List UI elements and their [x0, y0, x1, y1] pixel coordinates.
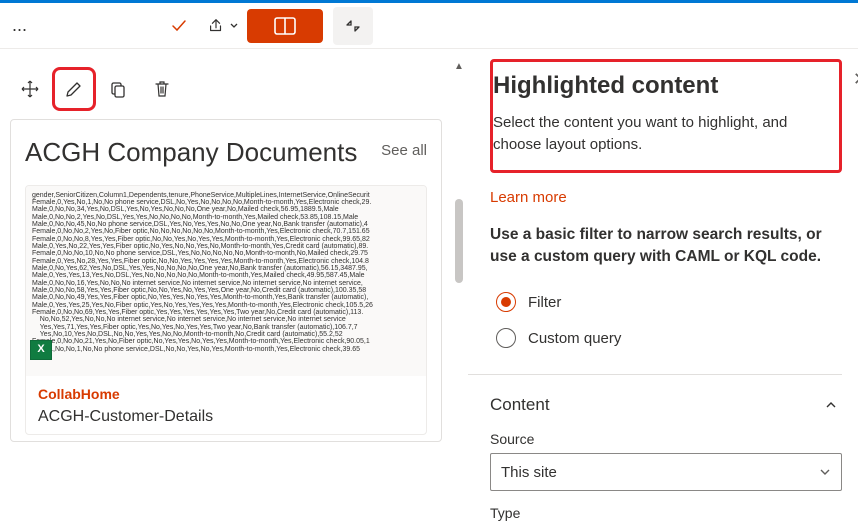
radio-icon-unselected [496, 328, 516, 348]
main-area: ACGH Company Documents See all gender,Se… [0, 49, 858, 517]
layout-columns-button[interactable] [247, 9, 323, 43]
webpart-title: ACGH Company Documents [25, 136, 357, 169]
property-panel: ✕ Highlighted content Select the content… [468, 49, 858, 517]
divider [468, 374, 842, 375]
top-toolbar: ... [0, 3, 858, 49]
check-icon [169, 16, 189, 36]
edit-button[interactable] [54, 69, 94, 109]
scroll-up-icon[interactable]: ▲ [454, 61, 464, 72]
pencil-icon [64, 79, 84, 99]
document-card[interactable]: gender,SeniorCitizen,Column1,Dependents,… [25, 185, 427, 435]
share-icon [207, 17, 225, 35]
move-icon [20, 79, 40, 99]
scroll-thumb[interactable] [455, 199, 463, 283]
document-meta: CollabHome ACGH-Customer-Details [26, 376, 426, 434]
document-name: ACGH-Customer-Details [38, 408, 414, 426]
query-mode-radio-group: Filter Custom query [490, 284, 842, 356]
content-section-label: Content [490, 395, 550, 415]
webpart-card[interactable]: ACGH Company Documents See all gender,Se… [10, 119, 442, 442]
confirm-button[interactable] [159, 9, 199, 43]
source-selected-value: This site [501, 464, 557, 481]
chevron-down-icon [229, 21, 239, 31]
chevron-up-icon [824, 398, 838, 412]
duplicate-button[interactable] [98, 69, 138, 109]
learn-more-link[interactable]: Learn more [490, 189, 567, 206]
radio-filter[interactable]: Filter [490, 284, 842, 320]
share-button[interactable] [203, 9, 243, 43]
close-panel-button[interactable]: ✕ [853, 69, 858, 90]
source-field-label: Source [490, 431, 842, 447]
more-menu-icon[interactable]: ... [8, 15, 31, 36]
radio-filter-label: Filter [528, 294, 561, 311]
panel-header-highlight: Highlighted content Select the content y… [490, 59, 842, 173]
type-field-label: Type [490, 505, 842, 521]
move-button[interactable] [10, 69, 50, 109]
columns-icon [274, 17, 296, 35]
document-preview-text: gender,SeniorCitizen,Column1,Dependents,… [32, 192, 420, 354]
webpart-toolbar [10, 65, 442, 119]
radio-custom-label: Custom query [528, 330, 621, 347]
chevron-down-icon [819, 466, 831, 478]
document-preview: gender,SeniorCitizen,Column1,Dependents,… [26, 186, 426, 376]
trash-icon [152, 79, 172, 99]
radio-custom-query[interactable]: Custom query [490, 320, 842, 356]
scrollbar[interactable]: ▲ [452, 49, 468, 517]
excel-icon: X [30, 340, 52, 360]
webpart-header: ACGH Company Documents See all [25, 136, 427, 169]
content-section-header[interactable]: Content [490, 395, 842, 415]
filter-intro-text: Use a basic filter to narrow search resu… [490, 224, 842, 269]
panel-title: Highlighted content [493, 72, 827, 100]
source-select[interactable]: This site [490, 453, 842, 491]
document-site: CollabHome [38, 386, 414, 402]
radio-icon-selected [496, 292, 516, 312]
collapse-icon [344, 17, 362, 35]
collapse-panel-button[interactable] [333, 7, 373, 45]
delete-button[interactable] [142, 69, 182, 109]
copy-icon [108, 79, 128, 99]
canvas-column: ACGH Company Documents See all gender,Se… [0, 49, 452, 517]
see-all-link[interactable]: See all [381, 136, 427, 159]
panel-description: Select the content you want to highlight… [493, 112, 827, 156]
